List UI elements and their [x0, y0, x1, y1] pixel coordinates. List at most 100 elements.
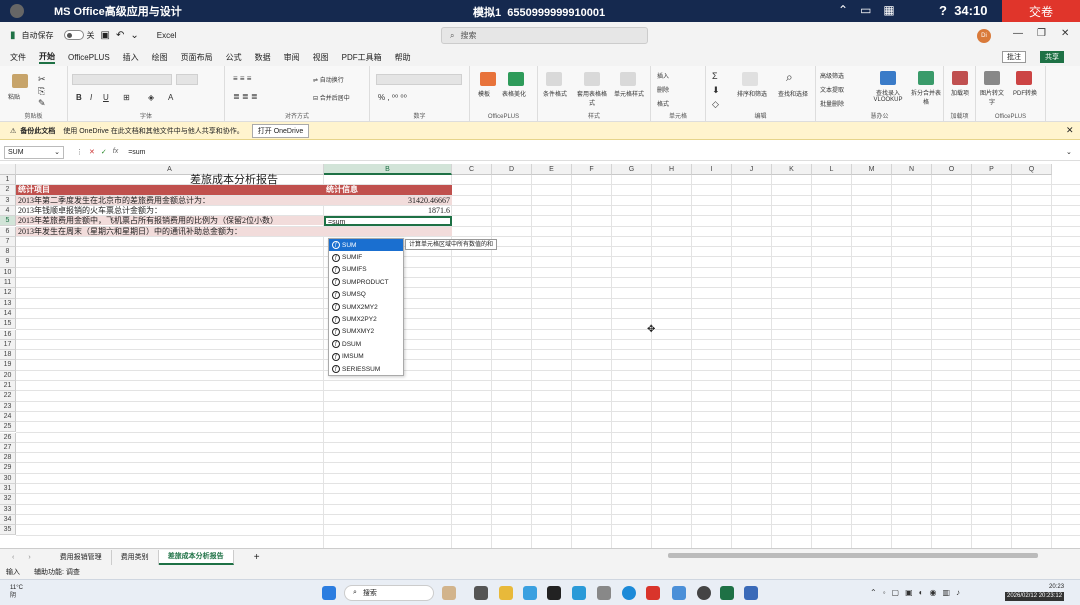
open-onedrive-button[interactable]: 打开 OneDrive [251, 123, 310, 138]
merge-center-button[interactable]: ⊟ 合并后居中 [313, 93, 350, 102]
collapse-icon[interactable]: ⌃ [838, 3, 848, 17]
header-cell-info[interactable]: 统计信息 [324, 185, 452, 195]
column-header[interactable]: C [452, 164, 492, 175]
table-format-button[interactable]: 套用表格格式 [576, 89, 608, 107]
cell-style-icon[interactable] [620, 72, 636, 86]
insert-function-icon[interactable]: fx [113, 148, 118, 156]
row-header[interactable]: 6 [0, 226, 16, 237]
excel-icon[interactable] [720, 586, 734, 600]
file-explorer-icon[interactable] [499, 586, 513, 600]
window-icon[interactable]: ▭ [860, 3, 871, 17]
row-header[interactable]: 30 [0, 473, 16, 484]
add-sheet-icon[interactable]: + [254, 552, 260, 563]
undo-icon[interactable]: ↶ [116, 30, 124, 41]
menu-tab-3[interactable]: 插入 [123, 52, 139, 63]
fill-color-icon[interactable]: ◈ [148, 93, 154, 102]
addins-button[interactable]: 加载项 [946, 88, 974, 97]
row-header[interactable]: 12 [0, 288, 16, 299]
format-painter-icon[interactable]: ✎ [38, 98, 46, 109]
save-icon[interactable]: ▣ [101, 30, 110, 41]
row-header[interactable]: 23 [0, 401, 16, 412]
align-left-icon[interactable]: ≣ ≣ ≣ [233, 92, 258, 101]
autocomplete-item[interactable]: ƒ SUMSQ [329, 289, 403, 301]
cell-b5-active[interactable]: =sum [324, 216, 452, 227]
tray-icons[interactable]: ⌃◦▢▣◐◉▥♪ [870, 588, 966, 597]
column-header[interactable]: F [572, 164, 612, 175]
name-box[interactable]: SUM ⌄ [4, 145, 64, 159]
row-header[interactable]: 21 [0, 381, 16, 392]
column-header[interactable]: K [772, 164, 812, 175]
underline-icon[interactable]: U [103, 93, 109, 102]
format-cells-button[interactable]: 格式 [657, 99, 669, 108]
column-header[interactable]: N [892, 164, 932, 175]
menu-tab-7[interactable]: 数据 [255, 52, 271, 63]
weather-widget[interactable]: 11°C 阴 [10, 584, 23, 600]
row-header[interactable]: 4 [0, 205, 16, 217]
split-merge-icon[interactable] [918, 71, 934, 85]
find-select-button[interactable]: 查找和选择 [774, 89, 812, 98]
row-header[interactable]: 13 [0, 298, 16, 309]
row-header[interactable]: 5 [0, 216, 16, 227]
column-header[interactable]: G [612, 164, 652, 175]
font-size-select[interactable] [176, 74, 198, 85]
autosave-toggle[interactable]: 关 [60, 30, 95, 41]
close-notification-icon[interactable]: ✕ [1066, 125, 1074, 136]
cut-icon[interactable]: ✂ [38, 74, 46, 85]
app-icon-5[interactable] [697, 586, 711, 600]
worksheet-grid[interactable]: A B C D E F G H I J K L M N O P Q 1 2 3 4 5 6 7 8 9 10 11 12 13 14 15 16… [0, 164, 1080, 548]
vlookup-icon[interactable] [880, 71, 896, 85]
calculator-icon[interactable]: ▦ [883, 3, 894, 17]
menu-tab-5[interactable]: 页面布局 [181, 52, 213, 63]
cond-format-icon[interactable] [546, 72, 562, 86]
edge-icon[interactable] [622, 586, 636, 600]
cancel-icon[interactable]: ✕ [89, 148, 95, 156]
menu-tab-4[interactable]: 绘图 [152, 52, 168, 63]
prev-sheet-icon[interactable]: ‹ [12, 554, 14, 561]
row-header[interactable]: 19 [0, 360, 16, 371]
italic-icon[interactable]: I [90, 93, 92, 102]
column-header[interactable]: D [492, 164, 532, 175]
report-title-cell[interactable]: 差旅成本分析报告 [16, 174, 452, 185]
vlookup-button[interactable]: 查找录入VLOOKUP [870, 88, 906, 103]
wrap-text-button[interactable]: ⇌ 自动换行 [313, 75, 344, 84]
sheet-tab-0[interactable]: 费用报销管理 [51, 549, 112, 565]
menu-tab-1[interactable]: 开始 [39, 51, 55, 64]
column-header[interactable]: L [812, 164, 852, 175]
border-icon[interactable]: ⊞ [123, 93, 130, 102]
taskbar-search[interactable]: ⌕ 搜索 [344, 585, 434, 601]
cell-b4[interactable]: 1871.6 [324, 206, 452, 216]
menu-tab-2[interactable]: OfficePLUS [68, 53, 110, 62]
column-header[interactable]: B [324, 164, 452, 175]
autocomplete-item[interactable]: ƒ SUMPRODUCT [329, 276, 403, 288]
sheet-tab-1[interactable]: 费用类别 [112, 549, 159, 565]
cell-a6[interactable]: 2013年发生在周末（星期六和星期日）中的通讯补助总金额为： [16, 227, 324, 237]
clear-icon[interactable]: ◇ [712, 99, 719, 110]
insert-cells-button[interactable]: 插入 [657, 71, 669, 80]
column-header[interactable]: I [692, 164, 732, 175]
row-header[interactable]: 20 [0, 370, 16, 381]
align-top-icon[interactable]: ≡ ≡ ≡ [233, 74, 251, 83]
pdf-convert-button[interactable]: PDF转换 [1010, 88, 1040, 97]
row-header[interactable]: 11 [0, 278, 16, 289]
row-header[interactable]: 18 [0, 350, 16, 361]
restore-button[interactable]: ❐ [1037, 28, 1046, 39]
autocomplete-item[interactable]: ƒ DSUM [329, 338, 403, 350]
cell-a5[interactable]: 2013年差旅费用金额中，飞机票占所有报销费用的比例为（保留2位小数） [16, 216, 324, 226]
row-header[interactable]: 27 [0, 442, 16, 454]
row-header[interactable]: 24 [0, 411, 16, 423]
delete-cells-button[interactable]: 删除 [657, 85, 669, 94]
addins-icon[interactable] [952, 71, 968, 85]
row-header[interactable]: 7 [0, 236, 16, 248]
paste-icon[interactable] [12, 74, 28, 88]
find-icon[interactable]: ⌕ [786, 70, 793, 85]
autocomplete-item[interactable]: ƒ SUMIFS [329, 264, 403, 276]
autosum-icon[interactable]: Σ [712, 71, 718, 81]
task-view-icon[interactable] [474, 586, 488, 600]
picture-text-icon[interactable] [984, 71, 1000, 85]
text-extract-button[interactable]: 文本提取 [820, 85, 844, 94]
column-header[interactable]: P [972, 164, 1012, 175]
cond-format-button[interactable]: 条件格式 [540, 89, 570, 98]
menu-tab-6[interactable]: 公式 [226, 52, 242, 63]
row-header[interactable]: 22 [0, 391, 16, 402]
row-header[interactable]: 34 [0, 514, 16, 526]
